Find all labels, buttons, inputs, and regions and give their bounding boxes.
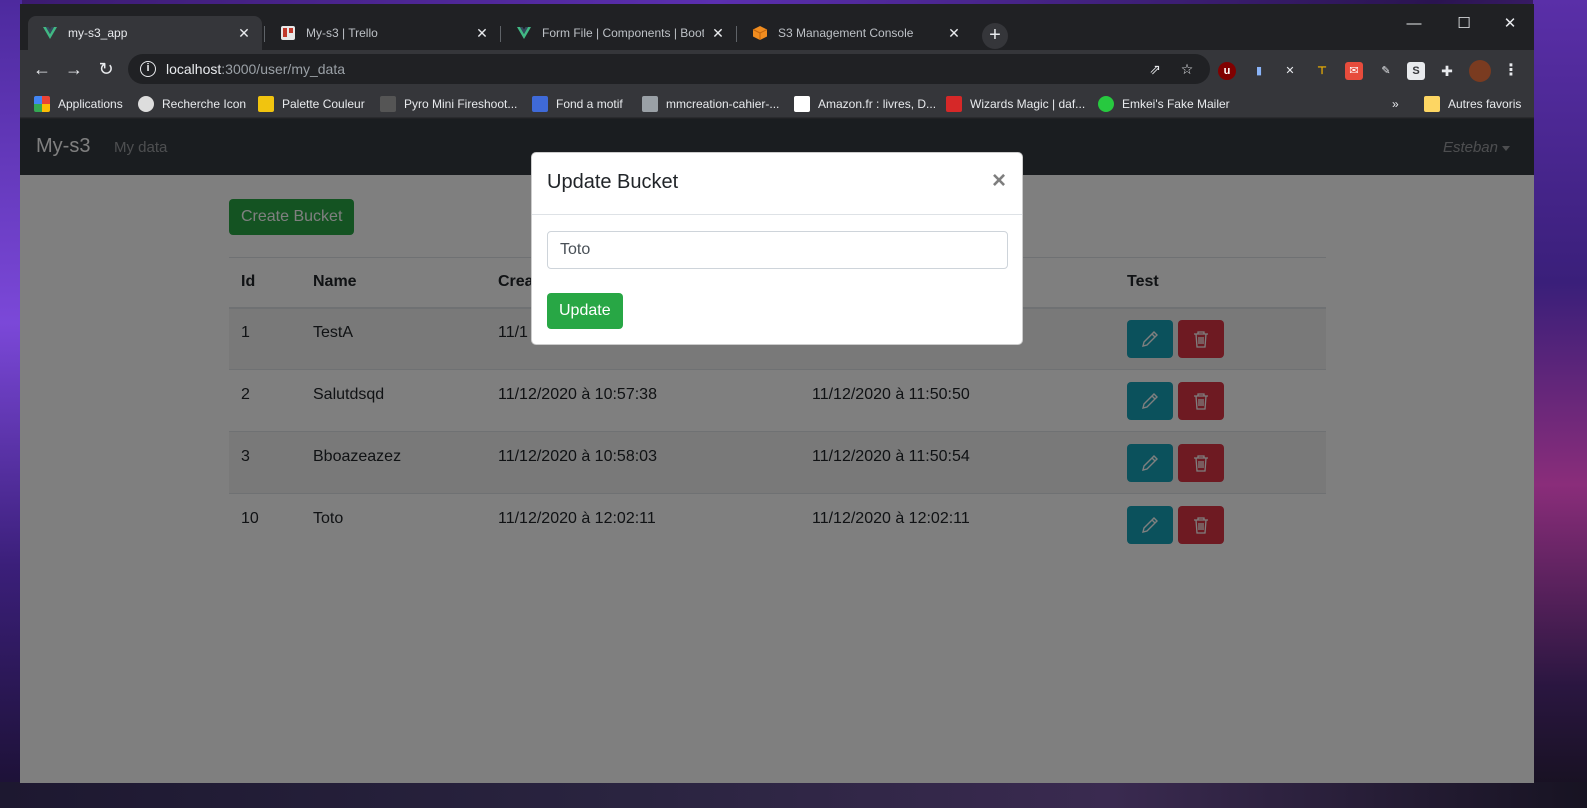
update-button[interactable]: Update	[547, 293, 623, 329]
browser-toolbar: ← → ↻ i localhost:3000/user/my_data ⇗ ☆ …	[20, 50, 1534, 88]
site-info-icon[interactable]: i	[140, 61, 156, 77]
pick-icon[interactable]: ⊤	[1313, 62, 1331, 80]
close-icon[interactable]: ✕	[474, 25, 490, 41]
bookmark-label: Applications	[58, 97, 123, 111]
back-arrow-icon[interactable]: ←	[28, 55, 56, 83]
mail-icon[interactable]: ✉	[1345, 62, 1363, 80]
tab-my-s3-app[interactable]: my-s3_app ✕	[28, 16, 262, 50]
profile-avatar[interactable]	[1469, 60, 1491, 82]
close-window-button[interactable]: ✕	[1490, 10, 1530, 38]
building-icon	[642, 96, 658, 112]
forward-arrow-icon[interactable]: →	[60, 55, 88, 83]
bookmark-label: Autres favoris	[1448, 97, 1522, 111]
ublock-icon[interactable]: u	[1218, 62, 1236, 80]
bookmark-star-icon[interactable]: ☆	[1178, 60, 1196, 78]
bookmark-label: Wizards Magic | daf...	[970, 97, 1086, 111]
s-extension-icon[interactable]: S	[1407, 62, 1425, 80]
vue-logo-icon	[42, 25, 58, 41]
bookmarks-bar: Applications Recherche Icon Palette Coul…	[20, 88, 1534, 118]
tab-s3-console[interactable]: S3 Management Console ✕	[738, 16, 972, 50]
desktop-wallpaper-right	[1533, 0, 1587, 808]
extensions-puzzle-icon[interactable]: ✚	[1438, 62, 1456, 80]
mute-icon[interactable]: ✕	[1281, 62, 1299, 80]
url-path: :3000/user/my_data	[221, 61, 346, 77]
bookmark-label: Amazon.fr : livres, D...	[818, 97, 937, 111]
update-bucket-modal: Update Bucket × Update	[531, 152, 1023, 345]
close-icon[interactable]: ✕	[946, 25, 962, 41]
apps-grid-icon	[34, 96, 50, 112]
panda-icon	[138, 96, 154, 112]
pattern-icon	[532, 96, 548, 112]
tab-title: Form File | Components | Bootstr	[542, 26, 704, 40]
bucket-name-input[interactable]	[547, 231, 1008, 269]
tab-divider	[736, 26, 737, 42]
bookmarks-overflow-icon[interactable]: »	[1392, 94, 1399, 114]
trello-icon	[280, 25, 296, 41]
wizards-icon	[946, 96, 962, 112]
amazon-icon	[794, 96, 810, 112]
vue-logo-icon	[516, 25, 532, 41]
tab-title: My-s3 | Trello	[306, 26, 378, 40]
pyro-icon	[380, 96, 396, 112]
bookmark-mmcreation[interactable]: mmcreation-cahier-...	[642, 94, 779, 114]
bookmark-label: Recherche Icon	[162, 97, 247, 111]
minimize-button[interactable]: —	[1394, 10, 1434, 38]
bookmark-pyro-mini[interactable]: Pyro Mini Fireshoot...	[380, 94, 517, 114]
tab-title: my-s3_app	[68, 26, 128, 40]
close-icon[interactable]: ✕	[710, 25, 726, 41]
close-icon[interactable]: ×	[992, 169, 1006, 193]
tab-title: S3 Management Console	[778, 26, 914, 40]
browser-window: my-s3_app ✕ My-s3 | Trello ✕ Form File |…	[20, 4, 1534, 783]
mailer-icon	[1098, 96, 1114, 112]
color-picker-icon[interactable]: ✎	[1377, 62, 1395, 80]
bookmark-label: Pyro Mini Fireshoot...	[404, 97, 518, 111]
aws-cube-icon	[752, 25, 768, 41]
tab-trello[interactable]: My-s3 | Trello ✕	[266, 16, 500, 50]
modal-body: Update	[532, 215, 1022, 345]
page-viewport: My-s3 My data Esteban Create Bucket Id N…	[20, 119, 1534, 783]
bookmark-label: Fond a motif	[556, 97, 623, 111]
palette-icon	[258, 96, 274, 112]
browser-menu-icon[interactable]: ⋮	[1502, 62, 1520, 80]
maximize-button[interactable]: ☐	[1444, 10, 1484, 38]
bookmark-recherche-icon[interactable]: Recherche Icon	[138, 94, 246, 114]
modal-header: Update Bucket ×	[532, 153, 1022, 215]
bookmark-label: Emkei's Fake Mailer	[1122, 97, 1230, 111]
bookmark-palette-couleur[interactable]: Palette Couleur	[258, 94, 365, 114]
tab-divider	[500, 26, 501, 42]
bookmark-wizards-magic[interactable]: Wizards Magic | daf...	[946, 94, 1085, 114]
tab-divider	[264, 26, 265, 42]
stats-icon[interactable]: ▮	[1250, 62, 1268, 80]
reload-icon[interactable]: ↻	[92, 55, 120, 83]
tab-bootstrap-form-file[interactable]: Form File | Components | Bootstr ✕	[502, 16, 736, 50]
desktop-wallpaper-bottom	[0, 782, 1587, 808]
url-host: localhost	[166, 61, 222, 77]
bookmark-label: mmcreation-cahier-...	[666, 97, 780, 111]
address-bar[interactable]: i localhost:3000/user/my_data ⇗ ☆	[128, 54, 1210, 84]
new-tab-button[interactable]: +	[982, 23, 1008, 49]
bookmark-applications[interactable]: Applications	[34, 94, 123, 114]
bookmark-label: Palette Couleur	[282, 97, 365, 111]
modal-title: Update Bucket	[547, 171, 679, 193]
bookmark-amazon[interactable]: Amazon.fr : livres, D...	[794, 94, 936, 114]
desktop-wallpaper-left	[0, 0, 22, 808]
bookmark-fond-a-motif[interactable]: Fond a motif	[532, 94, 623, 114]
tab-strip: my-s3_app ✕ My-s3 | Trello ✕ Form File |…	[20, 4, 1534, 50]
close-icon[interactable]: ✕	[236, 25, 252, 41]
folder-icon	[1424, 96, 1440, 112]
bookmark-other-favorites[interactable]: Autres favoris	[1424, 94, 1521, 114]
bookmark-fake-mailer[interactable]: Emkei's Fake Mailer	[1098, 94, 1230, 114]
open-in-app-icon[interactable]: ⇗	[1146, 60, 1164, 78]
